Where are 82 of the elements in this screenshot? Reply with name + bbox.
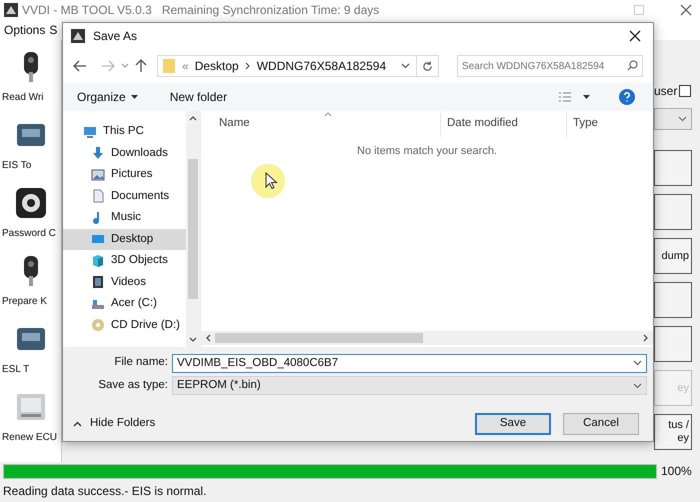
view-options-icon[interactable] [559,92,591,102]
new-folder-button[interactable]: New folder [170,88,228,106]
nav-item[interactable]: Music [63,207,186,228]
menu-item[interactable]: Options [4,21,46,39]
pictures-icon [91,168,105,182]
close-icon[interactable] [629,30,641,42]
tool-label[interactable]: Renew ECU [0,430,58,445]
dropdown[interactable] [654,108,692,130]
computer-icon [83,124,97,139]
path-overflow[interactable]: « [182,57,189,75]
search-field[interactable]: Search WDDNG76X58A182594 [457,55,643,77]
nav-item[interactable]: Desktop [63,228,186,250]
disc-icon [91,318,105,332]
close-icon[interactable] [680,4,692,16]
side-button[interactable] [654,194,692,230]
side-button[interactable] [654,282,692,318]
tool-label[interactable]: ESL T [0,362,30,377]
cube-icon [91,254,105,268]
refresh-icon[interactable] [422,60,433,72]
scroll-up-icon[interactable] [189,115,197,121]
nav-item[interactable]: CD Drive (D:) [63,314,186,336]
help-icon[interactable] [619,89,635,105]
chevron-up-icon [73,421,82,427]
tool-label[interactable]: Prepare K [0,294,48,309]
nav-item[interactable]: Documents [63,186,186,207]
app-logo-icon [71,29,85,43]
up-arrow-icon[interactable] [135,59,147,73]
sort-caret-icon [324,112,332,117]
status-message: Reading data success.- EIS is normal. [3,483,206,500]
chevron-down-icon [678,116,687,122]
dialog-title: Save As [93,28,138,45]
back-arrow-icon[interactable] [73,60,87,72]
side-button[interactable] [654,150,692,186]
save-button[interactable]: Save [475,413,551,435]
app-logo-icon [4,3,18,17]
address-bar[interactable]: « Desktop WDDNG76X58A182594 [157,55,439,77]
vertical-scrollbar[interactable] [186,111,200,347]
nav-item[interactable]: Downloads [63,142,186,164]
menu-item[interactable]: S [49,21,58,39]
nav-item[interactable]: Videos [63,272,186,293]
hide-folders-button[interactable]: Hide Folders [73,415,156,433]
horizontal-scrollbar[interactable] [201,331,653,345]
scroll-down-icon[interactable] [189,337,197,343]
scroll-right-icon[interactable] [643,334,649,342]
file-name-field[interactable]: VVDIMB_EIS_OBD_4080C6B7 [172,354,647,372]
tool-label[interactable]: Password C [0,226,56,241]
film-icon [91,275,105,290]
search-icon [627,60,638,71]
window-title: VVDI - MB TOOL V5.0.3 Remaining Synchronization Time: 9 days [22,2,380,19]
tool-label[interactable]: Read Wri [0,90,44,105]
user-label: user [654,83,678,100]
cancel-button[interactable]: Cancel [563,413,639,435]
caret-icon [130,95,138,99]
column-header[interactable]: Name [201,111,441,137]
nav-item[interactable]: Pictures [63,164,186,186]
cursor-highlight-icon [250,163,286,199]
nav-item[interactable]: Acer (C:) [63,293,186,314]
path-segment[interactable]: Desktop [194,57,239,75]
side-button[interactable]: dump [654,238,692,274]
nav-item[interactable]: 3D Objects [63,250,186,272]
chevron-down-icon [633,382,642,388]
tool-label[interactable]: EIS To [0,158,32,173]
download-arrow-icon [91,146,105,160]
column-header[interactable]: Date modified [441,111,567,137]
folder-icon [162,58,176,74]
file-name-label: File name: [113,354,168,370]
side-button[interactable]: tus / ey [654,414,692,450]
chevron-down-icon [633,360,642,366]
column-header[interactable]: Type [567,111,653,137]
chevron-right-icon [244,62,251,70]
nav-item[interactable]: This PC [63,121,186,142]
chevron-down-icon[interactable] [401,63,410,69]
scroll-left-icon[interactable] [205,334,211,342]
user-checkbox[interactable] [679,85,692,97]
document-icon [91,189,105,204]
side-button[interactable] [654,326,692,362]
path-segment[interactable]: WDDNG76X58A182594 [256,57,386,75]
progress-percent: 100% [661,463,693,480]
empty-message: No items match your search. [357,144,497,159]
save-type-dropdown[interactable]: EEPROM (*.bin) [172,376,647,395]
save-type-label: Save as type: [97,378,168,393]
organize-button[interactable]: Organize [77,88,138,106]
